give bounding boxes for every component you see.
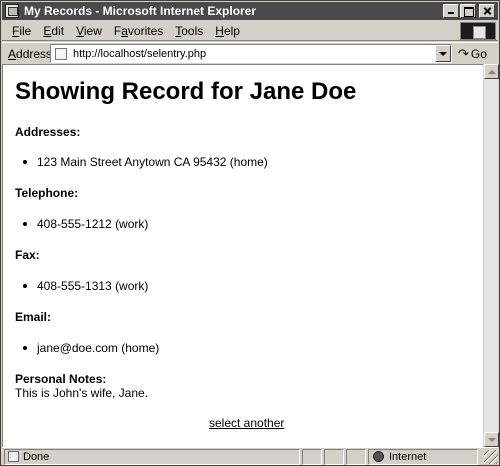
page-content: Showing Record for Jane Doe Addresses: 1… xyxy=(2,64,483,447)
menu-tools-label: ools xyxy=(181,23,204,38)
address-label-rest: ddress xyxy=(16,46,53,61)
address-label-key: A xyxy=(8,46,17,61)
status-main-pane: Done xyxy=(4,448,300,465)
select-another-link[interactable]: select another xyxy=(209,416,284,430)
fax-list-item: 408-555-1313 (work) xyxy=(23,279,149,293)
close-button[interactable] xyxy=(479,4,495,18)
menu-edit-label: dit xyxy=(51,23,65,38)
title-bar: My Records - Microsoft Internet Explorer xyxy=(2,2,498,20)
menu-help[interactable]: Help xyxy=(209,24,246,38)
ie-app-icon[interactable] xyxy=(5,4,19,18)
globe-icon xyxy=(373,451,384,462)
address-value: 123 Main Street Anytown CA 95432 (home) xyxy=(37,155,268,169)
personal-notes-label: Personal Notes: xyxy=(15,372,107,386)
address-input[interactable]: http://localhost/selentry.php xyxy=(50,44,452,63)
page-icon xyxy=(55,47,67,60)
fax-value: 408-555-1313 (work) xyxy=(37,279,149,293)
minimize-button[interactable] xyxy=(443,4,459,18)
menu-edit[interactable]: Edit xyxy=(37,24,70,38)
menu-view-key: V xyxy=(76,23,84,38)
menu-view-label: iew xyxy=(83,23,102,38)
menu-bar: File Edit View Favorites Tools Help xyxy=(2,21,498,41)
status-pane-1 xyxy=(302,448,322,465)
fax-label: Fax: xyxy=(15,248,40,262)
address-label: Address xyxy=(8,46,53,61)
vertical-scrollbar[interactable] xyxy=(483,64,499,447)
telephone-list-item: 408-555-1212 (work) xyxy=(23,217,149,231)
addresses-label: Addresses: xyxy=(15,125,81,139)
menu-help-key: H xyxy=(215,23,224,38)
menu-file-label: ile xyxy=(19,23,32,38)
menu-view[interactable]: View xyxy=(70,24,108,38)
status-pane-2 xyxy=(324,448,344,465)
address-dropdown-button[interactable] xyxy=(435,45,451,62)
status-text: Done xyxy=(23,450,50,463)
telephone-label: Telephone: xyxy=(15,186,79,200)
menu-help-label: elp xyxy=(223,23,240,38)
status-zone-pane: Internet xyxy=(368,448,478,465)
menu-favorites[interactable]: Favorites xyxy=(108,24,169,38)
window-title: My Records - Microsoft Internet Explorer xyxy=(24,4,257,18)
resize-grip[interactable] xyxy=(484,449,498,464)
menu-file[interactable]: File xyxy=(2,24,37,38)
address-url[interactable]: http://localhost/selentry.php xyxy=(73,48,451,60)
email-list-item: jane@doe.com (home) xyxy=(23,341,160,355)
menu-tools[interactable]: Tools xyxy=(169,24,209,38)
bullet-icon xyxy=(23,222,27,226)
scroll-up-button[interactable] xyxy=(484,64,499,79)
status-zone: Internet xyxy=(389,450,427,463)
bullet-icon xyxy=(23,346,27,350)
address-list-item: 123 Main Street Anytown CA 95432 (home) xyxy=(23,155,268,169)
go-label: Go xyxy=(470,46,487,61)
maximize-button[interactable] xyxy=(460,4,476,18)
go-arrow-icon: ↷ xyxy=(458,45,469,61)
go-button[interactable]: ↷ Go xyxy=(458,46,487,62)
email-label: Email: xyxy=(15,310,52,324)
page-heading: Showing Record for Jane Doe xyxy=(15,78,357,105)
telephone-value: 408-555-1212 (work) xyxy=(37,217,149,231)
address-bar: Address http://localhost/selentry.php ↷ … xyxy=(2,42,498,64)
windows-logo-icon xyxy=(460,22,496,40)
bullet-icon xyxy=(23,284,27,288)
bullet-icon xyxy=(23,160,27,164)
email-value: jane@doe.com (home) xyxy=(37,341,160,355)
status-pane-3 xyxy=(346,448,366,465)
menu-favorites-key: a xyxy=(121,23,128,38)
personal-notes-text: This is John's wife, Jane. xyxy=(15,386,149,400)
page-icon xyxy=(8,451,19,462)
scroll-down-button[interactable] xyxy=(484,432,499,447)
browser-window: My Records - Microsoft Internet Explorer… xyxy=(0,0,500,466)
status-bar: Done Internet xyxy=(2,447,498,465)
menu-favorites-label: vorites xyxy=(127,23,164,38)
